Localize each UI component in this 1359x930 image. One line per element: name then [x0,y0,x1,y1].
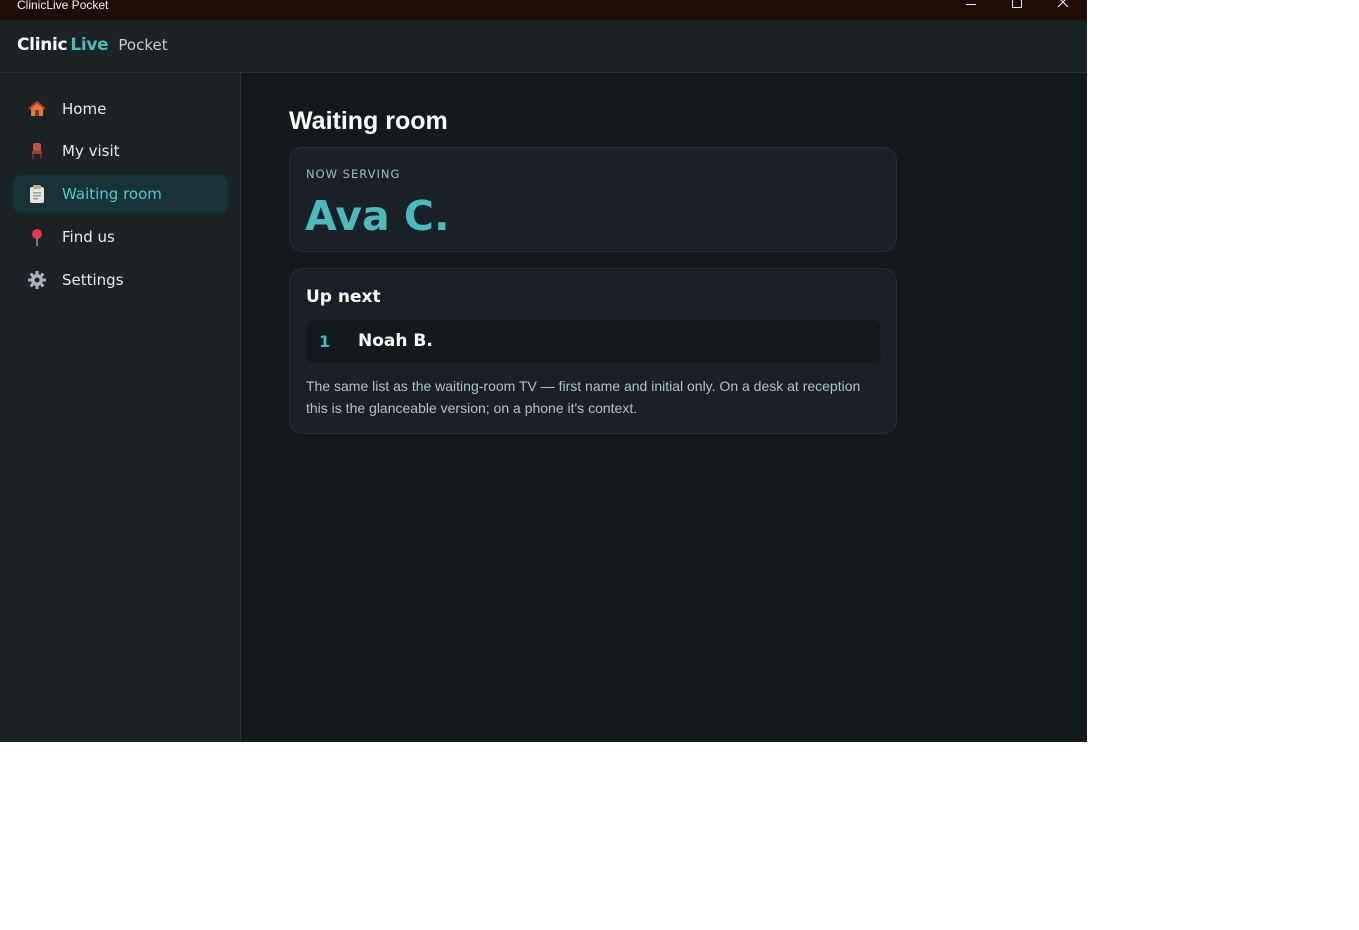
sidebar-item-home[interactable]: Home [13,90,228,128]
brand-name-part1: Clinic [17,35,68,55]
clipboard-icon [27,184,47,204]
minimize-button[interactable] [948,0,994,20]
sidebar-item-label: Settings [62,271,124,289]
map-pin-icon [27,227,47,247]
brand-logo: Clinic Live Pocket [17,35,168,55]
brand-product: Pocket [118,36,168,54]
queue-row: 1 Noah B. [306,320,881,363]
window-title: ClinicLive Pocket [17,0,109,12]
now-serving-label: NOW SERVING [306,167,401,181]
app-window: ClinicLive Pocket Clinic Live Pocket Hom… [0,0,1087,742]
maximize-icon [1012,0,1022,8]
gear-icon [27,270,47,290]
sidebar-item-my-visit[interactable]: My visit [13,132,228,170]
brand-name-part2: Live [70,35,109,55]
house-icon [27,99,47,119]
page-title: Waiting room [289,107,448,135]
minimize-icon [966,4,976,5]
sidebar-item-settings[interactable]: Settings [13,261,228,299]
up-next-note: The same list as the waiting-room TV — f… [306,378,861,416]
close-button[interactable] [1040,0,1086,20]
up-next-card: Up next 1 Noah B. The same list as the w… [289,268,897,434]
chair-icon [27,141,47,161]
up-next-heading: Up next [306,287,381,307]
now-serving-card: NOW SERVING Ava C. [289,147,897,252]
sidebar-item-find-us[interactable]: Find us [13,218,228,256]
maximize-button[interactable] [994,0,1040,20]
main-content: Waiting room NOW SERVING Ava C. Up next … [241,73,1087,742]
queue-position: 1 [319,332,331,351]
queue-name: Noah B. [358,331,433,351]
sidebar-item-waiting-room[interactable]: Waiting room [13,175,228,213]
sidebar: Home My visit Waiting room Find us Setti… [0,73,241,742]
sidebar-item-label: Find us [62,228,115,246]
sidebar-item-label: My visit [62,142,120,160]
sidebar-item-label: Home [62,100,107,118]
close-icon [1057,0,1069,8]
app-header: Clinic Live Pocket [0,20,1087,73]
sidebar-item-label: Waiting room [62,185,162,203]
window-titlebar[interactable]: ClinicLive Pocket [0,0,1087,20]
now-serving-name: Ava C. [305,192,450,240]
